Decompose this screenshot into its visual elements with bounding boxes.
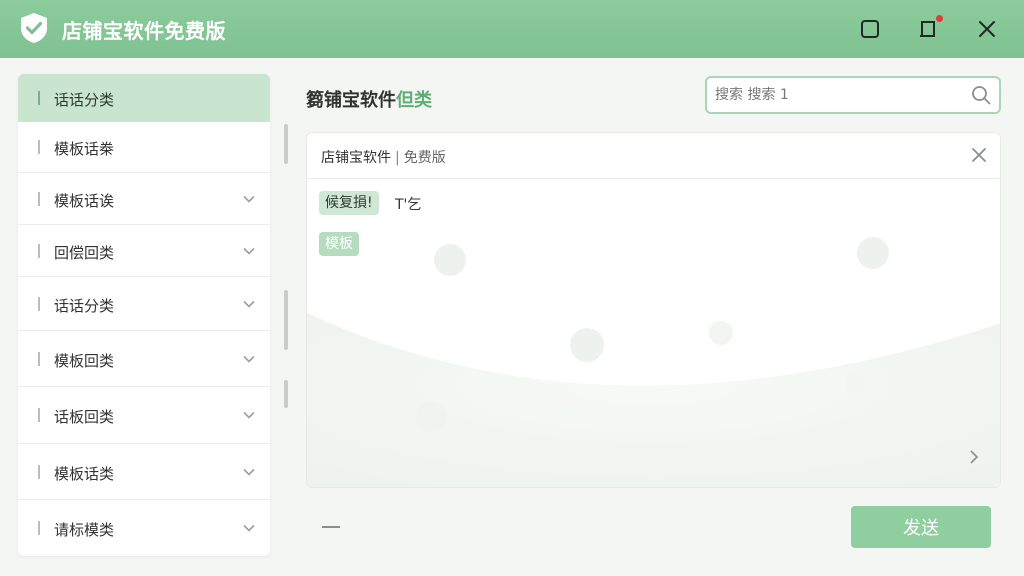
item-marker [38, 244, 40, 258]
sidebar-item-1[interactable]: 话话分类 [18, 74, 270, 122]
app-title: 店铺宝软件免费版 [62, 19, 226, 43]
app-window: 店铺宝软件免费版 话话分类 模板话桊 模板话诶 回偿回类 话话分类 模板回类 话… [0, 0, 1024, 576]
item-marker [38, 91, 40, 105]
item-marker [38, 140, 40, 154]
item-marker [38, 521, 40, 535]
sidebar-item-5[interactable]: 话话分类 [18, 277, 270, 331]
item-marker [38, 465, 40, 479]
page-title-main: 篘铺宝软件 [306, 90, 396, 111]
sidebar-scrollbar-handle[interactable] [284, 380, 288, 408]
chevron-down-icon [243, 195, 255, 203]
search-icon[interactable] [971, 85, 991, 105]
sidebar-item-7[interactable]: 话板回类 [18, 387, 270, 444]
page-title: 篘铺宝软件但类 [306, 86, 432, 112]
sidebar-scrollbar-thumb[interactable] [284, 124, 288, 164]
sidebar-item-8[interactable]: 模板话类 [18, 444, 270, 500]
sidebar-item-label: 回偿回类 [54, 244, 115, 262]
sidebar-item-9[interactable]: 请标模类 [18, 500, 270, 556]
search-input[interactable] [715, 84, 955, 106]
check-shield-icon [21, 13, 47, 43]
title-bar: 店铺宝软件免费版 [0, 0, 1024, 58]
template-tag[interactable]: 模板 [319, 232, 359, 256]
close-icon [979, 21, 995, 37]
send-button[interactable]: 发送 [851, 506, 991, 548]
panel-title-separator: | [395, 150, 400, 166]
pin-notify-icon [920, 21, 935, 37]
sidebar-item-label: 模板话诶 [54, 192, 115, 210]
collapse-button[interactable] [322, 526, 340, 528]
sidebar-item-label: 话话分类 [54, 297, 115, 315]
sidebar-item-label: 模板话类 [54, 465, 115, 483]
item-marker [38, 192, 40, 206]
content-panel: 店铺宝软件 | 免费版 候复損! T'乞 模板 [306, 132, 1001, 488]
maximize-button[interactable] [853, 12, 887, 46]
sidebar-scrollbar-track[interactable] [284, 290, 288, 350]
chevron-down-icon [243, 411, 255, 419]
item-marker [38, 297, 40, 311]
reply-tag-extra: T'乞 [395, 197, 422, 213]
notification-dot [936, 15, 943, 22]
chevron-down-icon [243, 524, 255, 532]
sidebar-item-label: 模板回类 [54, 352, 115, 370]
sidebar-item-4[interactable]: 回偿回类 [18, 225, 270, 277]
close-icon[interactable] [970, 146, 988, 164]
chevron-right-icon[interactable] [966, 449, 982, 465]
chevron-down-icon [243, 355, 255, 363]
decorative-background [307, 133, 1000, 487]
panel-title-main: 店铺宝软件 [321, 150, 391, 166]
chevron-down-icon [243, 300, 255, 308]
notifications-button[interactable] [912, 12, 946, 46]
page-title-accent: 但类 [396, 90, 432, 111]
item-marker [38, 408, 40, 422]
square-icon [861, 20, 879, 38]
item-marker [38, 352, 40, 366]
sidebar-item-label: 模板话桊 [54, 140, 115, 158]
chevron-down-icon [243, 247, 255, 255]
sidebar-item-label: 话板回类 [54, 408, 115, 426]
panel-title: 店铺宝软件 | 免费版 [321, 147, 446, 167]
chevron-down-icon [243, 468, 255, 476]
category-sidebar: 话话分类 模板话桊 模板话诶 回偿回类 话话分类 模板回类 话板回类 模板话类 … [18, 74, 270, 556]
sidebar-item-label: 请标模类 [54, 521, 115, 539]
sidebar-item-6[interactable]: 模板回类 [18, 331, 270, 387]
panel-subtitle: 免费版 [403, 150, 446, 166]
reply-tag[interactable]: 候复損! [319, 191, 379, 215]
panel-header: 店铺宝软件 | 免费版 [307, 133, 1000, 179]
sidebar-item-3[interactable]: 模板话诶 [18, 173, 270, 225]
sidebar-item-2[interactable]: 模板话桊 [18, 122, 270, 173]
close-window-button[interactable] [970, 12, 1004, 46]
sidebar-item-label: 话话分类 [54, 91, 115, 109]
search-box[interactable] [705, 76, 1001, 114]
